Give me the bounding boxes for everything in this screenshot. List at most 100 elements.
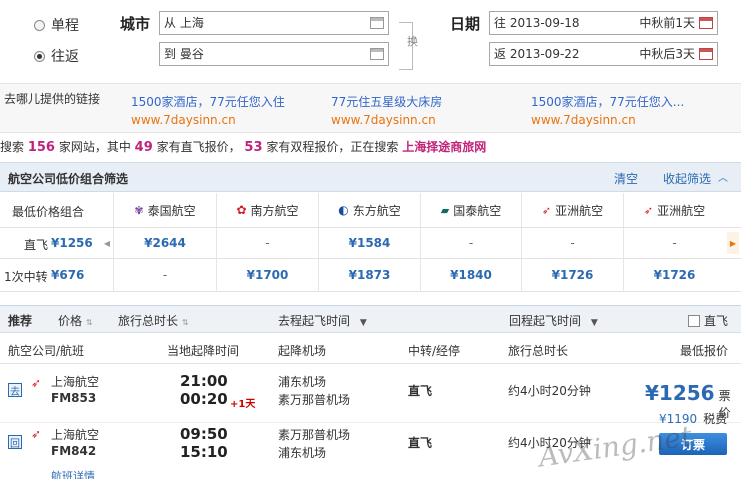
searching-site-link[interactable]: 上海择途商旅网	[402, 140, 486, 154]
airline-tab-thai[interactable]: ✾ 泰国航空	[113, 193, 216, 227]
sort-price-label: 价格	[58, 314, 83, 328]
price-cell[interactable]: ¥2644	[113, 228, 216, 258]
price-cell: -	[216, 228, 318, 258]
col-airport: 起降机场	[278, 344, 327, 358]
chevron-up-icon[interactable]: ︿	[718, 169, 728, 184]
city-picker-icon[interactable]	[370, 17, 384, 29]
flight-number[interactable]: FM842	[51, 444, 96, 458]
direct-label: 直飞	[24, 238, 49, 252]
price-value: -	[468, 236, 474, 250]
ad-url-3[interactable]: www.7daysinn.cn	[531, 113, 636, 127]
to-city-input[interactable]: 到 曼谷	[159, 42, 389, 66]
sort-return-label: 回程起飞时间	[509, 314, 582, 328]
roundtrip-site-count: 53	[244, 140, 263, 155]
sort-duration[interactable]: 旅行总时长 ⇅	[118, 312, 189, 329]
sort-recommend[interactable]: 推荐	[8, 312, 32, 329]
date-label: 日期	[450, 15, 481, 33]
airline-name: 上海航空	[51, 375, 100, 389]
clear-filter-link[interactable]: 清空	[614, 170, 638, 187]
cathay-logo-icon: ▰	[440, 203, 450, 217]
depart-date-input[interactable]: 往 2013-09-18 中秋前1天	[489, 11, 718, 35]
scroll-right-icon[interactable]: ▶	[727, 232, 739, 254]
sort-return-time[interactable]: 回程起飞时间 ▼	[509, 312, 598, 329]
results-column-header: 航空公司/航班 当地起降时间 起降机场 中转/经停 旅行总时长 最低报价	[0, 334, 741, 364]
flight-segment-outbound[interactable]: 去 ➶ 上海航空 FM853 21:00 00:20 +1天 浦东机场 素万那普…	[0, 368, 741, 422]
sort-arrows-icon: ⇅	[181, 318, 189, 327]
china-southern-logo-icon: ✿	[236, 203, 247, 217]
site-count: 156	[27, 140, 55, 155]
tax-label: 税费	[703, 412, 728, 426]
airline-name: 亚洲航空	[555, 203, 604, 218]
trip-oneway-option[interactable]: 单程	[34, 15, 79, 35]
transfer-best-price[interactable]: ¥676	[51, 268, 84, 282]
ad-url-2[interactable]: www.7daysinn.cn	[331, 113, 436, 127]
col-stop: 中转/经停	[408, 344, 461, 358]
airline-filter-title: 航空公司低价组合筛选	[8, 172, 129, 186]
arrive-airport: 素万那普机场	[278, 393, 351, 407]
ticket-price: ¥1256	[645, 381, 715, 405]
ad-link-3[interactable]: 1500家酒店，77元任您入...	[531, 93, 684, 110]
airline-tab-airasia[interactable]: ➶ 亚洲航空	[521, 193, 623, 227]
direct-only-label: 直飞	[704, 314, 729, 328]
depart-date-hint: 中秋前1天	[639, 16, 695, 30]
china-eastern-logo-icon: ◐	[338, 203, 349, 217]
price-value: ¥1584	[348, 236, 391, 250]
price-cell: -	[420, 228, 521, 258]
price-value: ¥2644	[144, 236, 186, 250]
col-total: 旅行总时长	[508, 344, 569, 358]
sort-depart-time[interactable]: 去程起飞时间 ▼	[278, 312, 367, 329]
total-duration: 约4小时20分钟	[508, 384, 591, 398]
airline-name: 东方航空	[352, 203, 401, 218]
oneway-radio[interactable]	[34, 19, 45, 31]
airasia-logo-icon: ➶	[541, 203, 552, 217]
collapse-filter-link[interactable]: 收起筛选	[663, 170, 711, 187]
roundtrip-radio[interactable]	[34, 50, 45, 62]
direct-only-toggle[interactable]: 直飞	[688, 312, 728, 329]
airline-tab-china-southern[interactable]: ✿ 南方航空	[216, 193, 318, 227]
calendar-icon[interactable]	[699, 48, 713, 60]
airline-tab-airasia-2[interactable]: ➶ 亚洲航空	[623, 193, 725, 227]
from-city-input[interactable]: 从 上海	[159, 11, 389, 35]
depart-time: 21:00	[180, 372, 228, 390]
price-cell: -	[113, 259, 216, 291]
price-cell[interactable]: ¥1726	[521, 259, 623, 291]
col-local-time: 当地起降时间	[167, 344, 240, 358]
price-cell: -	[623, 228, 725, 258]
price-cell[interactable]: ¥1584	[318, 228, 420, 258]
price-value: ¥1700	[246, 268, 289, 282]
price-cell[interactable]: ¥1700	[216, 259, 318, 291]
price-value: -	[265, 236, 270, 250]
lowest-combo-label: 最低价格组合	[12, 205, 85, 219]
price-cell[interactable]: ¥1873	[318, 259, 420, 291]
airline-filter-header: 航空公司低价组合筛选 清空 收起筛选 ︿	[0, 162, 741, 192]
swap-cities-button[interactable]: 换	[407, 33, 418, 49]
next-day-badge: +1天	[230, 399, 256, 410]
stat-text: 家网站，其中	[58, 140, 131, 154]
depart-airport: 浦东机场	[278, 375, 327, 389]
price-cell[interactable]: ¥1726	[623, 259, 725, 291]
city-picker-icon[interactable]	[370, 48, 384, 60]
airline-name: 南方航空	[250, 203, 299, 218]
calendar-icon[interactable]	[699, 17, 713, 29]
direct-site-count: 49	[134, 140, 153, 155]
direct-best-price[interactable]: ¥1256	[51, 236, 93, 250]
flight-number[interactable]: FM853	[51, 391, 96, 405]
ad-link-2[interactable]: 77元住五星级大床房	[331, 93, 442, 110]
sponsored-links-header: 去哪儿提供的链接	[4, 92, 101, 106]
scroll-left-icon[interactable]: ◀	[101, 232, 113, 254]
trip-round-option[interactable]: 往返	[34, 46, 79, 66]
return-date-input[interactable]: 返 2013-09-22 中秋后3天	[489, 42, 718, 66]
ad-url-1[interactable]: www.7daysinn.cn	[131, 113, 236, 127]
ad-link-1[interactable]: 1500家酒店，77元任您入住	[131, 93, 285, 110]
price-cell[interactable]: ¥1840	[420, 259, 521, 291]
sort-price[interactable]: 价格 ⇅	[58, 312, 93, 329]
direct-only-checkbox[interactable]	[688, 314, 700, 327]
airline-tab-cathay[interactable]: ▰ 国泰航空	[420, 193, 521, 227]
stat-text: 搜索	[0, 140, 25, 154]
sort-depart-label: 去程起飞时间	[278, 314, 351, 328]
flight-detail-link[interactable]: 航班详情	[51, 468, 95, 479]
search-progress: 搜索 156 家网站，其中 49 家有直飞报价， 53 家有双程报价，正在搜索 …	[0, 138, 486, 155]
airline-tab-china-eastern[interactable]: ◐ 东方航空	[318, 193, 420, 227]
caret-down-icon: ▼	[590, 318, 598, 328]
price-value: -	[162, 268, 168, 282]
